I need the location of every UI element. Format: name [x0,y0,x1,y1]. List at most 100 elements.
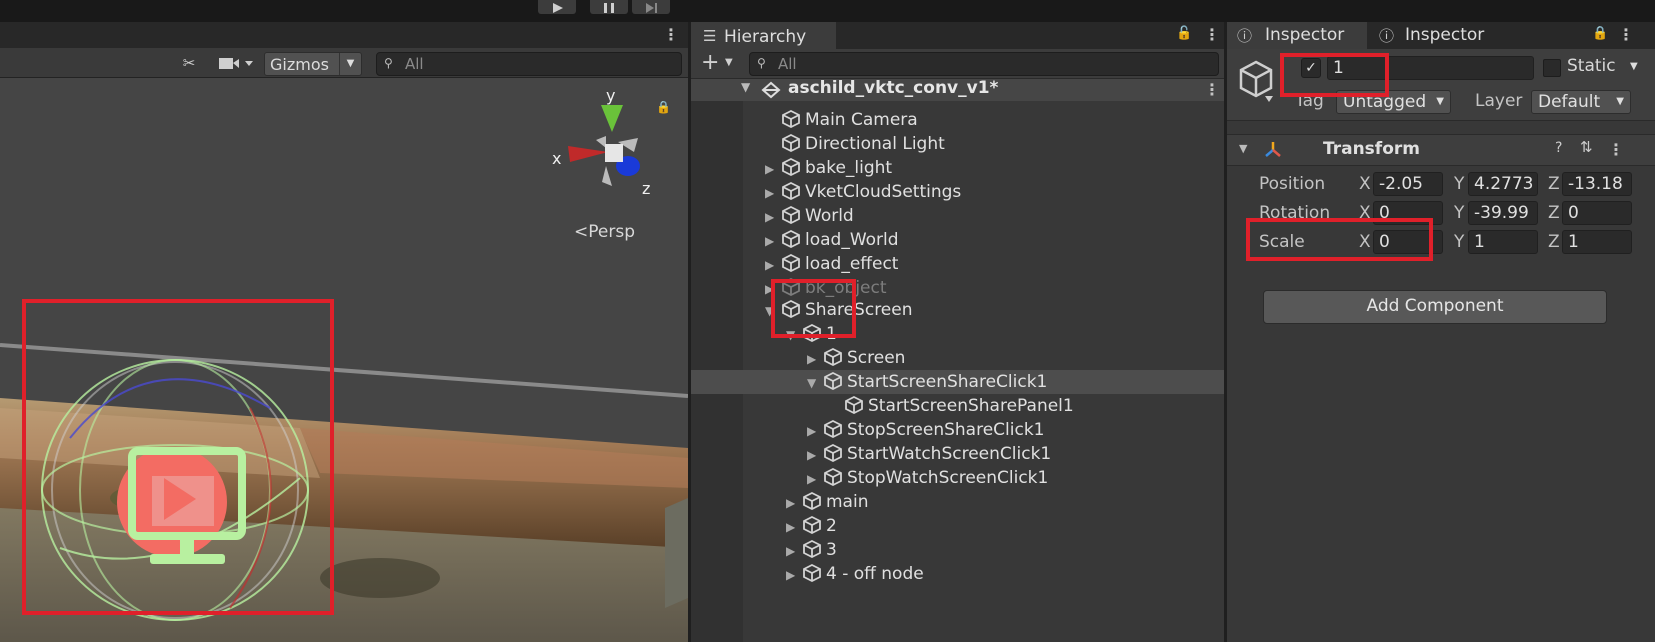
play-button[interactable] [538,0,576,14]
rotation-y-input[interactable]: -39.99 [1468,201,1538,225]
chevron-down-icon: ▼ [1616,96,1624,107]
persp-icon: < [574,222,589,242]
position-x-input[interactable]: -2.05 [1373,172,1443,196]
scene-search-input[interactable]: ⚲ All [376,52,682,76]
transform-more-icon[interactable]: ⋮ [1608,142,1624,158]
create-plus-icon[interactable]: + [701,50,719,75]
hierarchy-item[interactable]: ▶ StopWatchScreenClick1 [807,466,1048,490]
hierarchy-item[interactable]: ▶ load_effect [765,252,898,276]
hierarchy-item-label: StartScreenSharePanel1 [868,396,1074,416]
hierarchy-item-label: Screen [847,348,906,368]
rotation-z-axis-label[interactable]: Z [1548,203,1560,223]
scene-header-row[interactable]: ▼ aschild_vktc_conv_v1* ⋮ [691,78,1224,101]
expand-arrow-icon[interactable]: ▼ [741,80,750,94]
hierarchy-item-label: StartWatchScreenClick1 [847,444,1052,464]
hierarchy-item[interactable]: ▼ StartScreenShareClick1 [691,370,1224,394]
hierarchy-item[interactable]: ▶ Screen [807,346,905,370]
transform-header[interactable]: ▼ Transform ? ⇅ ⋮ [1227,134,1655,166]
position-y-input[interactable]: 4.2773 [1468,172,1538,196]
scene-view[interactable]: ⋮ ✂ Gizmos ▼ ⚲ All y x z 🔒 <Persp [0,22,688,642]
collapse-arrow-icon[interactable]: ▶ [765,181,781,205]
hierarchy-item[interactable]: ▶ main [786,490,868,514]
hierarchy-item[interactable]: ▶ VketCloudSettings [765,180,961,204]
hierarchy-item[interactable]: ▶ 4 - off node [786,562,924,586]
collapse-arrow-icon[interactable]: ▶ [765,229,781,253]
hierarchy-item-label: main [826,492,869,512]
collapse-arrow-icon[interactable]: ▶ [765,157,781,181]
inspector-lock-icon[interactable]: 🔒 [1592,26,1608,41]
collapse-arrow-icon[interactable]: ▶ [807,467,823,491]
collapse-arrow-icon[interactable]: ▶ [765,253,781,277]
gizmos-label: Gizmos [270,55,329,74]
scale-z-input[interactable]: 1 [1562,230,1632,254]
static-dropdown-icon[interactable]: ▼ [1630,61,1638,72]
hierarchy-search-input[interactable]: ⚲ All [749,52,1219,76]
collapse-arrow-icon[interactable]: ▶ [807,347,823,371]
inspector-more-icon[interactable]: ⋮ [1618,27,1634,43]
scene-tab-bar: ⋮ [0,22,688,48]
persp-toggle[interactable]: <Persp [574,222,635,242]
rotation-z-input[interactable]: 0 [1562,201,1632,225]
collapse-arrow-icon[interactable]: ▶ [786,515,802,539]
chevron-down-icon: ▼ [339,53,361,75]
hierarchy-search-placeholder: All [778,55,797,73]
hierarchy-item[interactable]: ▶ StartWatchScreenClick1 [807,442,1051,466]
pause-button[interactable] [590,0,628,14]
rotation-y-axis-label[interactable]: Y [1454,203,1464,223]
hierarchy-item-label: Main Camera [805,110,918,130]
collapse-arrow-icon[interactable]: ▶ [765,205,781,229]
hierarchy-item-label: bake_light [805,158,893,178]
gizmos-dropdown[interactable]: Gizmos ▼ [264,52,362,76]
tab-hierarchy[interactable]: ☰ Hierarchy [691,22,836,49]
position-x-axis-label[interactable]: X [1359,174,1371,194]
gameobject-cube-icon [845,395,863,415]
foldout-arrow-icon[interactable]: ▼ [1239,142,1247,155]
collapse-arrow-icon[interactable]: ▶ [786,563,802,587]
collapse-arrow-icon[interactable]: ▶ [807,419,823,443]
create-dropdown-icon[interactable]: ▼ [725,57,733,68]
scale-z-axis-label[interactable]: Z [1548,232,1560,252]
scale-y-input[interactable]: 1 [1468,230,1538,254]
lock-icon[interactable]: 🔒 [656,100,671,114]
tab-inspector-2-label: Inspector [1405,25,1485,45]
hierarchy-item[interactable]: ▶ StopScreenShareClick1 [807,418,1044,442]
scene-more-icon[interactable]: ⋮ [1204,82,1220,98]
position-z-axis-label[interactable]: Z [1548,174,1560,194]
orientation-gizmo[interactable]: y x z [548,90,658,210]
camera-icon[interactable] [213,52,257,74]
collapse-arrow-icon[interactable]: ▶ [786,491,802,515]
tools-icon[interactable]: ✂ [175,52,203,74]
unity-scene-icon [761,81,781,99]
hierarchy-item[interactable]: ▶ 2 [786,514,837,538]
hierarchy-item[interactable]: ▶ 3 [786,538,837,562]
scale-y-axis-label[interactable]: Y [1454,232,1464,252]
add-component-button[interactable]: Add Component [1263,290,1607,324]
scene-more-icon[interactable]: ⋮ [663,27,679,43]
hierarchy-lock-icon[interactable]: 🔓 [1176,26,1192,41]
hierarchy-item[interactable]: ▶ World [765,204,854,228]
info-icon: ⓘ [1237,27,1253,45]
hierarchy-item[interactable]: Directional Light [765,132,945,156]
hierarchy-item[interactable]: ▶ load_World [765,228,899,252]
gameobject-cube-icon [803,491,821,511]
top-toolbar [0,0,1655,22]
position-y-axis-label[interactable]: Y [1454,174,1464,194]
help-icon[interactable]: ? [1555,140,1562,156]
hierarchy-more-icon[interactable]: ⋮ [1204,27,1220,43]
gameobject-cube-icon[interactable] [1237,58,1275,102]
presets-icon[interactable]: ⇅ [1580,138,1593,156]
hierarchy-item[interactable]: ▶ bake_light [765,156,892,180]
static-checkbox[interactable] [1543,59,1561,77]
expand-arrow-icon[interactable]: ▼ [807,371,823,395]
collapse-arrow-icon[interactable]: ▶ [807,443,823,467]
step-button[interactable] [632,0,670,14]
tab-inspector-2[interactable]: ⓘ Inspector [1369,22,1509,49]
collapse-arrow-icon[interactable]: ▶ [786,539,802,563]
position-z-input[interactable]: -13.18 [1562,172,1632,196]
hierarchy-item[interactable]: Main Camera [765,108,918,132]
position-label: Position [1259,174,1326,194]
layer-dropdown[interactable]: Default ▼ [1531,90,1631,114]
hierarchy-item[interactable]: StartScreenSharePanel1 [828,394,1074,418]
gameobject-cube-icon [782,109,800,129]
tab-inspector-1[interactable]: ⓘ Inspector [1227,22,1367,49]
